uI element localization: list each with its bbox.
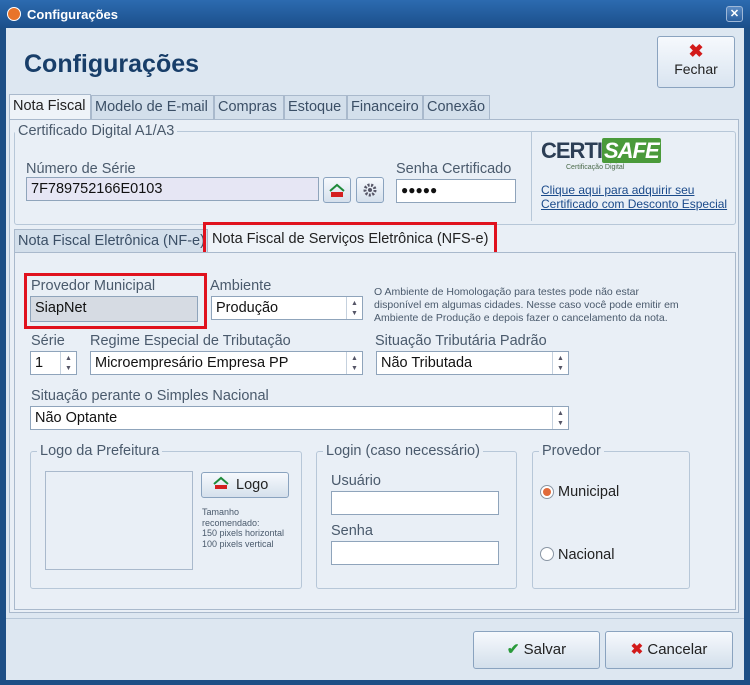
- environment-select[interactable]: Produção ▲ ▼: [211, 296, 363, 320]
- provider-type-label: Provedor: [542, 443, 601, 459]
- regime-label: Regime Especial de Tributação: [90, 333, 291, 349]
- close-icon: ✖: [688, 41, 704, 61]
- environment-label: Ambiente: [210, 278, 272, 294]
- chevron-updown-icon: ▲ ▼: [552, 352, 568, 374]
- regime-select[interactable]: Microempresário Empresa PP ▲ ▼: [90, 351, 363, 375]
- divider: [531, 131, 532, 221]
- certificate-icon: [329, 183, 345, 197]
- simples-select[interactable]: Não Optante ▲ ▼: [30, 406, 569, 430]
- login-password-input[interactable]: [331, 541, 499, 565]
- login-password-label: Senha: [331, 523, 373, 539]
- save-button[interactable]: ✔ Salvar: [473, 631, 600, 669]
- page-title: Configurações: [24, 50, 200, 78]
- cert-password-input[interactable]: ●●●●●: [396, 179, 516, 203]
- chevron-updown-icon: ▲ ▼: [346, 352, 362, 374]
- close-button[interactable]: ✖ Fechar: [657, 36, 735, 88]
- gear-icon: [363, 183, 377, 197]
- provider-highlight: [24, 273, 207, 329]
- app-icon: [7, 7, 21, 21]
- tax-label: Situação Tributária Padrão: [375, 333, 547, 349]
- logo-preview: [45, 471, 193, 570]
- login-group: Login (caso necessário): [316, 443, 517, 589]
- tab-nota-fiscal[interactable]: Nota Fiscal: [9, 94, 91, 120]
- tab-conexao[interactable]: Conexão: [423, 95, 490, 119]
- certificate-group-label: Certificado Digital A1/A3: [18, 123, 175, 139]
- serial-label: Número de Série: [26, 161, 136, 177]
- tab-estoque[interactable]: Estoque: [284, 95, 347, 119]
- tab-modelo-email[interactable]: Modelo de E-mail: [91, 95, 214, 119]
- series-stepper[interactable]: 1 ▲ ▼: [30, 351, 77, 375]
- radio-municipal[interactable]: [540, 485, 554, 499]
- chevron-updown-icon: ▲ ▼: [346, 297, 362, 319]
- certisafe-subtitle: Certificação Digital: [566, 164, 625, 171]
- cert-password-label: Senha Certificado: [396, 161, 512, 177]
- logo-button[interactable]: Logo: [201, 472, 289, 498]
- tax-select[interactable]: Não Tributada ▲ ▼: [376, 351, 569, 375]
- environment-note: O Ambiente de Homologação para testes po…: [374, 286, 679, 324]
- spin-arrows-icon[interactable]: ▲ ▼: [60, 352, 76, 374]
- check-icon: ✔: [506, 641, 520, 658]
- tab-financeiro[interactable]: Financeiro: [347, 95, 423, 119]
- footer-divider: [6, 618, 744, 619]
- tab-compras[interactable]: Compras: [214, 95, 284, 119]
- image-icon: [213, 476, 229, 489]
- simples-label: Situação perante o Simples Nacional: [31, 388, 269, 404]
- buy-certificate-link[interactable]: Clique aqui para adquirir seu Certificad…: [541, 183, 727, 211]
- login-group-label: Login (caso necessário): [326, 443, 480, 459]
- logo-group-label: Logo da Prefeitura: [40, 443, 160, 459]
- radio-nacional[interactable]: [540, 547, 554, 561]
- radio-municipal-label[interactable]: Municipal: [558, 484, 619, 500]
- user-label: Usuário: [331, 473, 381, 489]
- certificate-settings-button[interactable]: [356, 177, 384, 203]
- logo-size-hint: Tamanho recomendado: 150 pixels horizont…: [202, 507, 285, 549]
- cancel-button[interactable]: ✖ Cancelar: [605, 631, 733, 669]
- cancel-icon: ✖: [630, 641, 644, 658]
- series-label: Série: [31, 333, 65, 349]
- close-button-label: Fechar: [674, 61, 718, 77]
- window-title: Configurações: [27, 7, 119, 22]
- user-input[interactable]: [331, 491, 499, 515]
- select-certificate-button[interactable]: [323, 177, 351, 203]
- serial-input[interactable]: 7F789752166E0103: [26, 177, 319, 201]
- chevron-updown-icon: ▲ ▼: [552, 407, 568, 429]
- certisafe-logo: CERTISAFE: [541, 138, 661, 163]
- window-titlebar: Configurações ✕: [0, 0, 750, 28]
- window-close-icon[interactable]: ✕: [726, 6, 743, 22]
- provider-type-group: Provedor: [532, 443, 690, 589]
- radio-nacional-label[interactable]: Nacional: [558, 547, 614, 563]
- subtab-nfe[interactable]: Nota Fiscal Eletrônica (NF-e): [14, 229, 208, 253]
